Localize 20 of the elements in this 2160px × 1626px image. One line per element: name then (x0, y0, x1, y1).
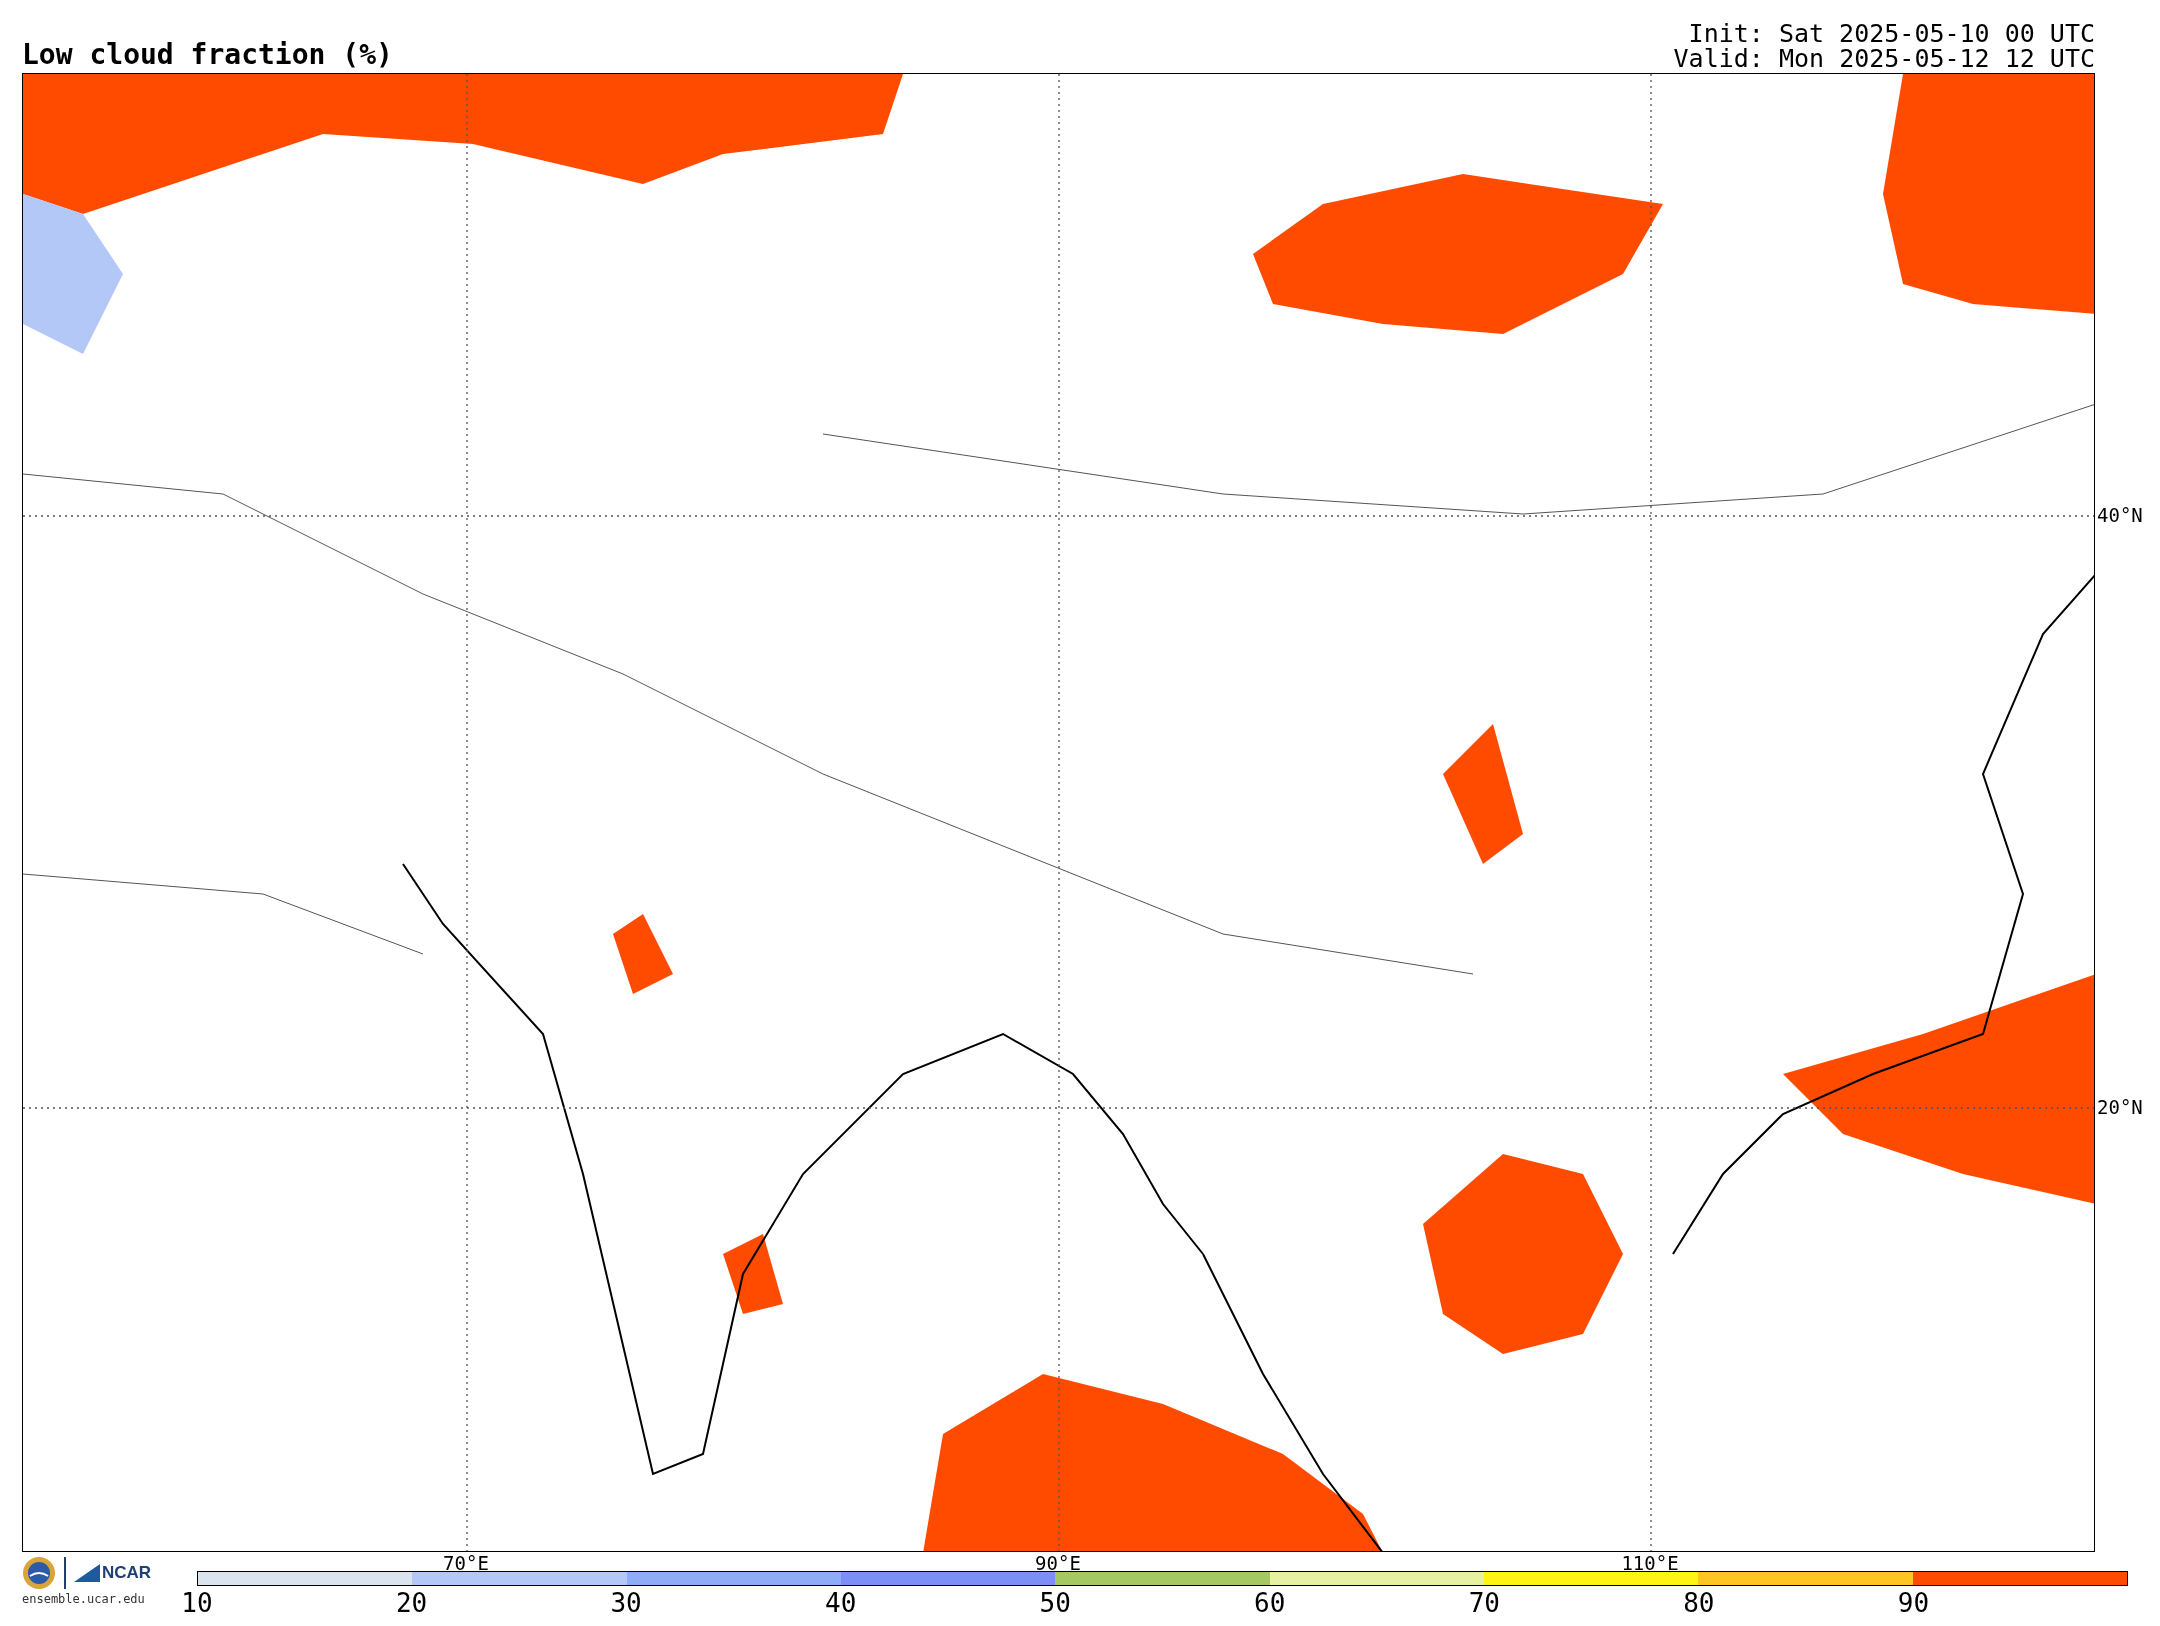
longitude-label: 90°E (1035, 1552, 1081, 1574)
init-time: Init: Sat 2025-05-10 00 UTC (1688, 21, 2095, 46)
colorbar-tick-label: 10 (181, 1588, 213, 1618)
longitude-label: 110°E (1621, 1552, 1679, 1574)
website-url: ensemble.ucar.edu (22, 1592, 145, 1606)
colorbar-tick-label: 40 (825, 1588, 857, 1618)
divider-line (64, 1557, 66, 1589)
colorbar-tick-label: 60 (1254, 1588, 1286, 1618)
colorbar-tick-label: 30 (610, 1588, 642, 1618)
colorbar-tick-label: 70 (1468, 1588, 1500, 1618)
colorbar-tick-label: 20 (395, 1588, 428, 1618)
longitude-label: 70°E (443, 1552, 489, 1574)
ncar-logo-icon (74, 1564, 100, 1582)
colorbar-tick-label: 90 (1897, 1588, 1930, 1618)
seal-logo-icon (22, 1556, 56, 1590)
colorbar-tick-label: 50 (1039, 1588, 1071, 1618)
chart-title: Low cloud fraction (%) (22, 39, 393, 71)
valid-time: Valid: Mon 2025-05-12 12 UTC (1673, 46, 2095, 71)
colorbar-tick-label: 80 (1683, 1588, 1715, 1618)
ncar-logo-text: NCAR (102, 1563, 152, 1583)
